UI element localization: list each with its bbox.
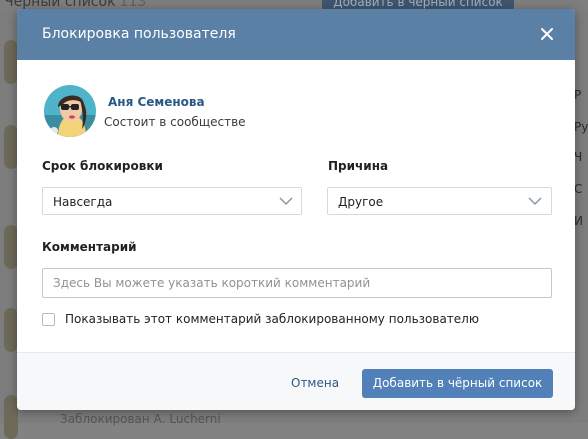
dialog-header: Блокировка пользователя — [17, 9, 575, 60]
show-comment-label[interactable]: Показывать этот комментарий заблокирован… — [65, 312, 479, 326]
chevron-down-icon — [279, 197, 293, 206]
avatar[interactable] — [44, 85, 96, 137]
add-to-blacklist-button[interactable]: Добавить в чёрный список — [362, 369, 553, 398]
chevron-down-icon — [528, 197, 542, 206]
dialog-title: Блокировка пользователя — [42, 26, 236, 42]
background-bottom-text: Заблокирован А. Lucherni — [60, 412, 221, 426]
show-comment-checkbox[interactable] — [42, 313, 55, 326]
dialog-footer: Отмена Добавить в чёрный список — [17, 352, 575, 410]
duration-select-value: Навсегда — [53, 195, 113, 209]
background-avatar — [4, 395, 18, 439]
reason-select[interactable]: Другое — [327, 187, 552, 215]
duration-label: Срок блокировки — [42, 159, 163, 173]
avatar-illustration — [44, 85, 96, 137]
close-icon — [541, 28, 553, 40]
reason-select-value: Другое — [338, 195, 384, 209]
cancel-button[interactable]: Отмена — [291, 376, 339, 390]
user-name-link[interactable]: Аня Семенова — [108, 95, 205, 109]
reason-label: Причина — [328, 159, 389, 173]
background-avatar — [4, 308, 18, 352]
background-side-text: С — [574, 182, 583, 196]
background-side-text: Р — [574, 88, 582, 102]
comment-label: Комментарий — [42, 240, 137, 254]
background-avatar — [4, 40, 18, 84]
comment-input[interactable] — [42, 268, 552, 298]
background-side-text: Ч — [574, 150, 583, 164]
background-side-text: И — [574, 214, 583, 228]
background-avatar — [4, 225, 18, 269]
close-button[interactable] — [537, 24, 557, 44]
background-avatar — [4, 125, 18, 169]
block-user-dialog: Блокировка пользователя Аня Семенова Сос… — [17, 9, 575, 410]
duration-select[interactable]: Навсегда — [42, 187, 302, 215]
background-side-text: Ру — [574, 120, 588, 134]
user-status: Состоит в сообществе — [104, 115, 246, 129]
